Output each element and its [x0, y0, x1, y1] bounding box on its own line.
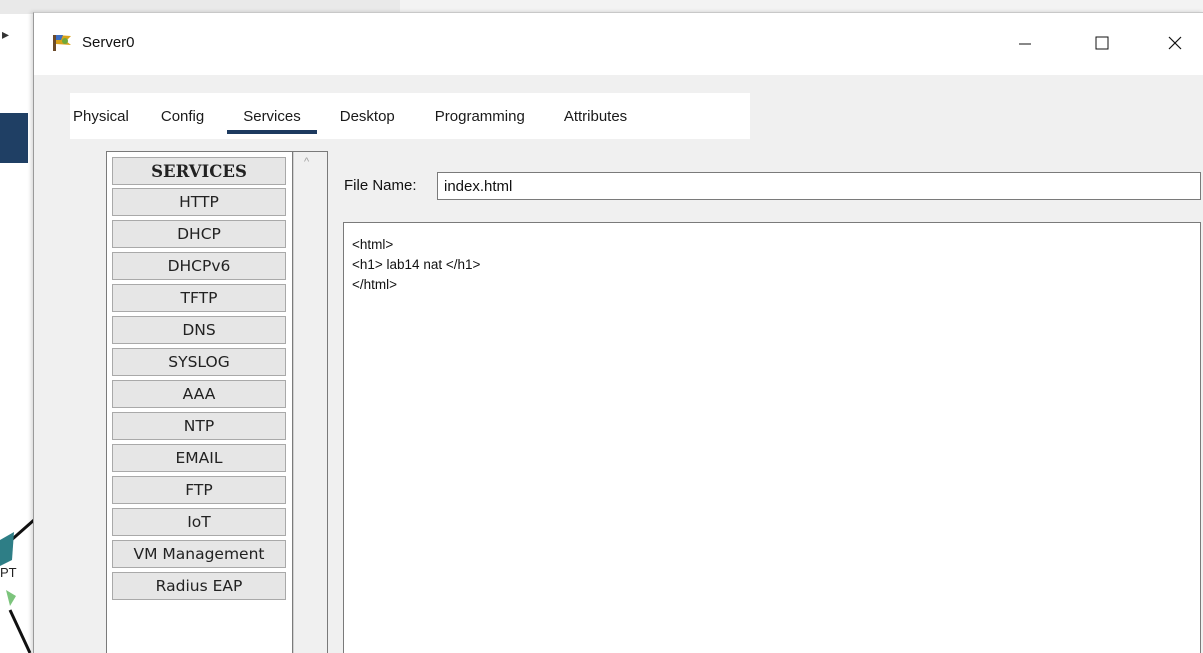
service-dns[interactable]: DNS	[112, 316, 286, 344]
tab-desktop[interactable]: Desktop	[340, 93, 395, 139]
services-list: SERVICES HTTP DHCP DHCPv6 TFTP DNS SYSLO…	[106, 151, 328, 653]
screen: ▸ PT Server0 Physical Config Services De…	[0, 0, 1203, 653]
service-aaa[interactable]: AAA	[112, 380, 286, 408]
scroll-up-icon[interactable]: ^	[304, 156, 309, 168]
service-dhcpv6[interactable]: DHCPv6	[112, 252, 286, 280]
services-header: SERVICES	[112, 157, 286, 185]
maximize-button[interactable]	[1079, 27, 1125, 59]
tab-label: Physical	[73, 107, 129, 125]
tab-config[interactable]: Config	[161, 93, 204, 139]
background-app: ▸ PT	[0, 0, 400, 653]
tab-bar: Physical Config Services Desktop Program…	[70, 93, 750, 139]
tab-physical[interactable]: Physical	[73, 93, 129, 139]
service-iot[interactable]: IoT	[112, 508, 286, 536]
close-button[interactable]	[1152, 27, 1198, 59]
tab-services[interactable]: Services	[227, 93, 317, 139]
service-radius-eap[interactable]: Radius EAP	[112, 572, 286, 600]
minimize-icon	[1019, 43, 1031, 45]
service-syslog[interactable]: SYSLOG	[112, 348, 286, 376]
service-vm-management[interactable]: VM Management	[112, 540, 286, 568]
server-window: Server0 Physical Config Services Desktop…	[33, 12, 1203, 653]
title-bar: Server0	[34, 13, 1203, 75]
editor-line: <html>	[352, 237, 394, 252]
editor-line: </html>	[352, 277, 398, 292]
tab-label: Config	[160, 107, 205, 125]
minimize-button[interactable]	[1002, 27, 1048, 59]
html-content-editor[interactable]: <html> <h1> lab14 nat </h1> </html>	[343, 222, 1201, 653]
background-panel-strip	[0, 113, 28, 163]
service-email[interactable]: EMAIL	[112, 444, 286, 472]
services-panel: SERVICES HTTP DHCP DHCPv6 TFTP DNS SYSLO…	[70, 139, 1203, 653]
editor-line: <h1> lab14 nat </h1>	[352, 257, 481, 272]
background-device-label: PT	[0, 565, 17, 580]
services-scrollbar[interactable]: ^	[293, 152, 327, 653]
tab-label: Programming	[434, 107, 525, 125]
tab-programming[interactable]: Programming	[435, 93, 525, 139]
maximize-icon	[1095, 36, 1109, 50]
tab-attributes[interactable]: Attributes	[564, 93, 627, 139]
close-icon	[1168, 36, 1182, 50]
service-tftp[interactable]: TFTP	[112, 284, 286, 312]
file-name-label: File Name:	[344, 177, 417, 194]
service-dhcp[interactable]: DHCP	[112, 220, 286, 248]
service-http[interactable]: HTTP	[112, 188, 286, 216]
background-arrow-icon: ▸	[2, 26, 10, 42]
file-name-input[interactable]	[437, 172, 1201, 200]
active-tab-indicator	[227, 130, 317, 134]
server-app-icon	[53, 35, 71, 51]
tab-label: Desktop	[339, 107, 395, 125]
service-ntp[interactable]: NTP	[112, 412, 286, 440]
tab-label: Attributes	[563, 107, 628, 125]
service-ftp[interactable]: FTP	[112, 476, 286, 504]
window-title: Server0	[82, 34, 135, 51]
tab-label: Services	[243, 107, 301, 125]
network-link-icon	[0, 518, 34, 653]
